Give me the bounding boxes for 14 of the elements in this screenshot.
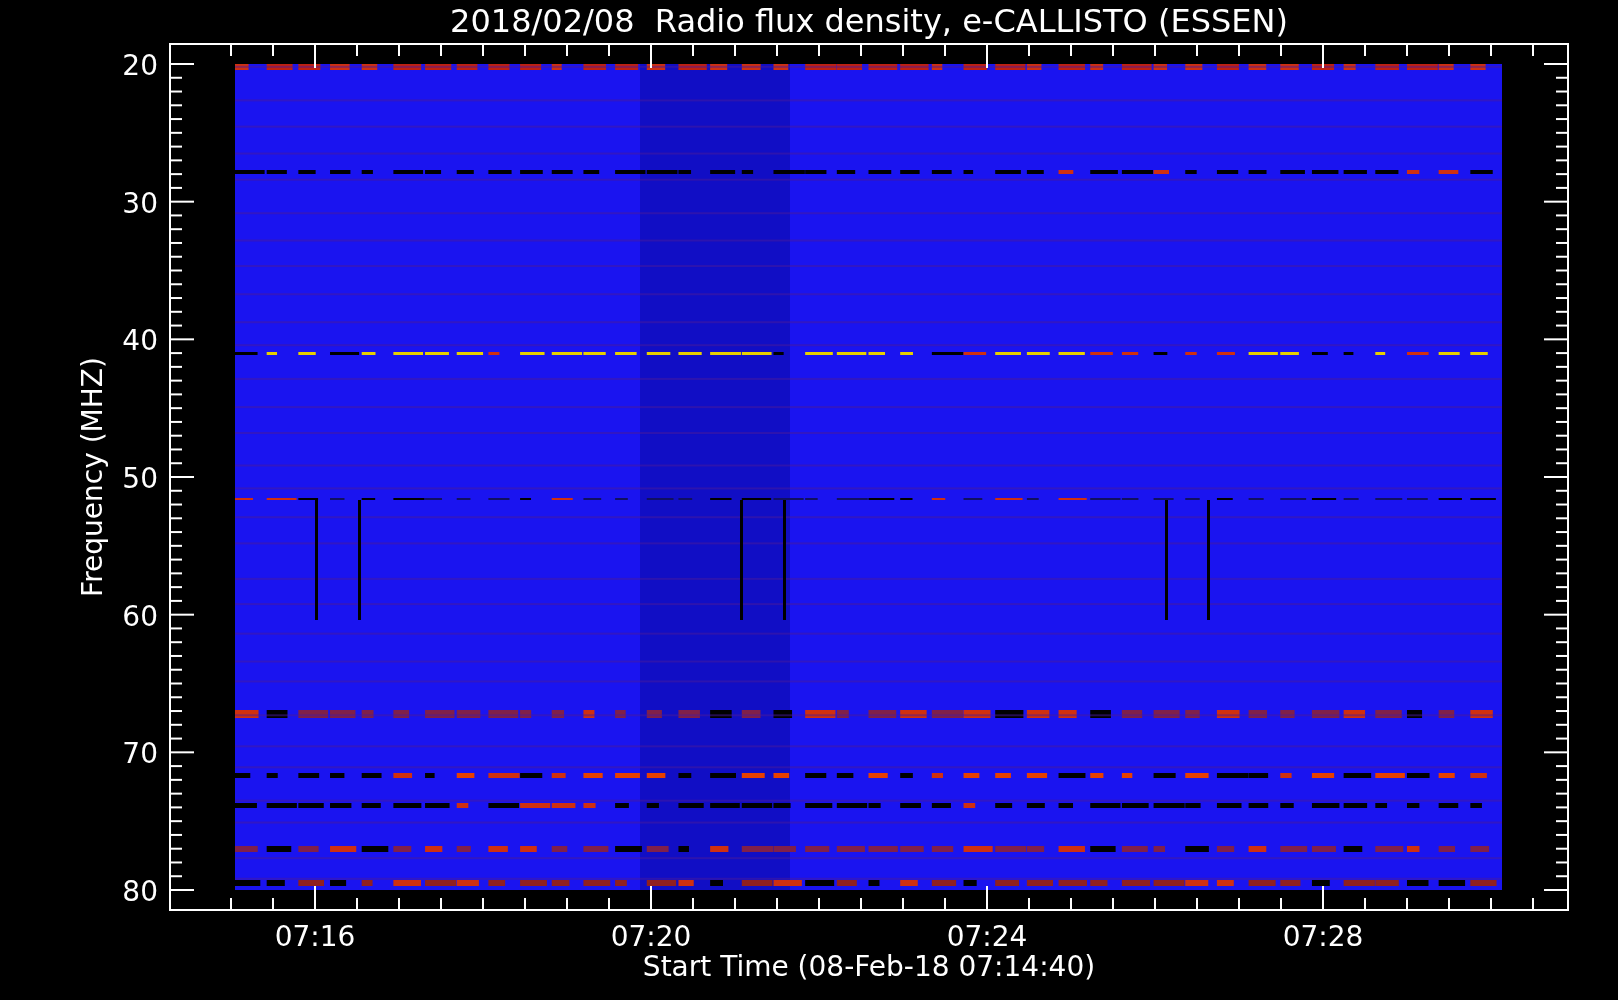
- tick-label: 07:28: [1282, 920, 1364, 953]
- tick-label: 07:24: [946, 920, 1028, 953]
- tick-label: 07:16: [274, 920, 356, 953]
- tick-label: 50: [122, 462, 158, 495]
- tick-label: 80: [122, 875, 158, 908]
- tick-label: 40: [122, 324, 158, 358]
- tick-label: 60: [122, 599, 158, 633]
- tick-label: 07:20: [610, 920, 692, 953]
- axis-title: Frequency (MHZ): [76, 357, 109, 597]
- tick-label: 30: [122, 186, 158, 220]
- tick-label: 70: [122, 737, 158, 771]
- axis-title: Start Time (08-Feb-18 07:14:40): [642, 950, 1096, 983]
- tick-label: 20: [122, 49, 158, 82]
- chart-title: 2018/02/08 Radio flux density, e-CALLISTO (ESSEN): [450, 2, 1288, 40]
